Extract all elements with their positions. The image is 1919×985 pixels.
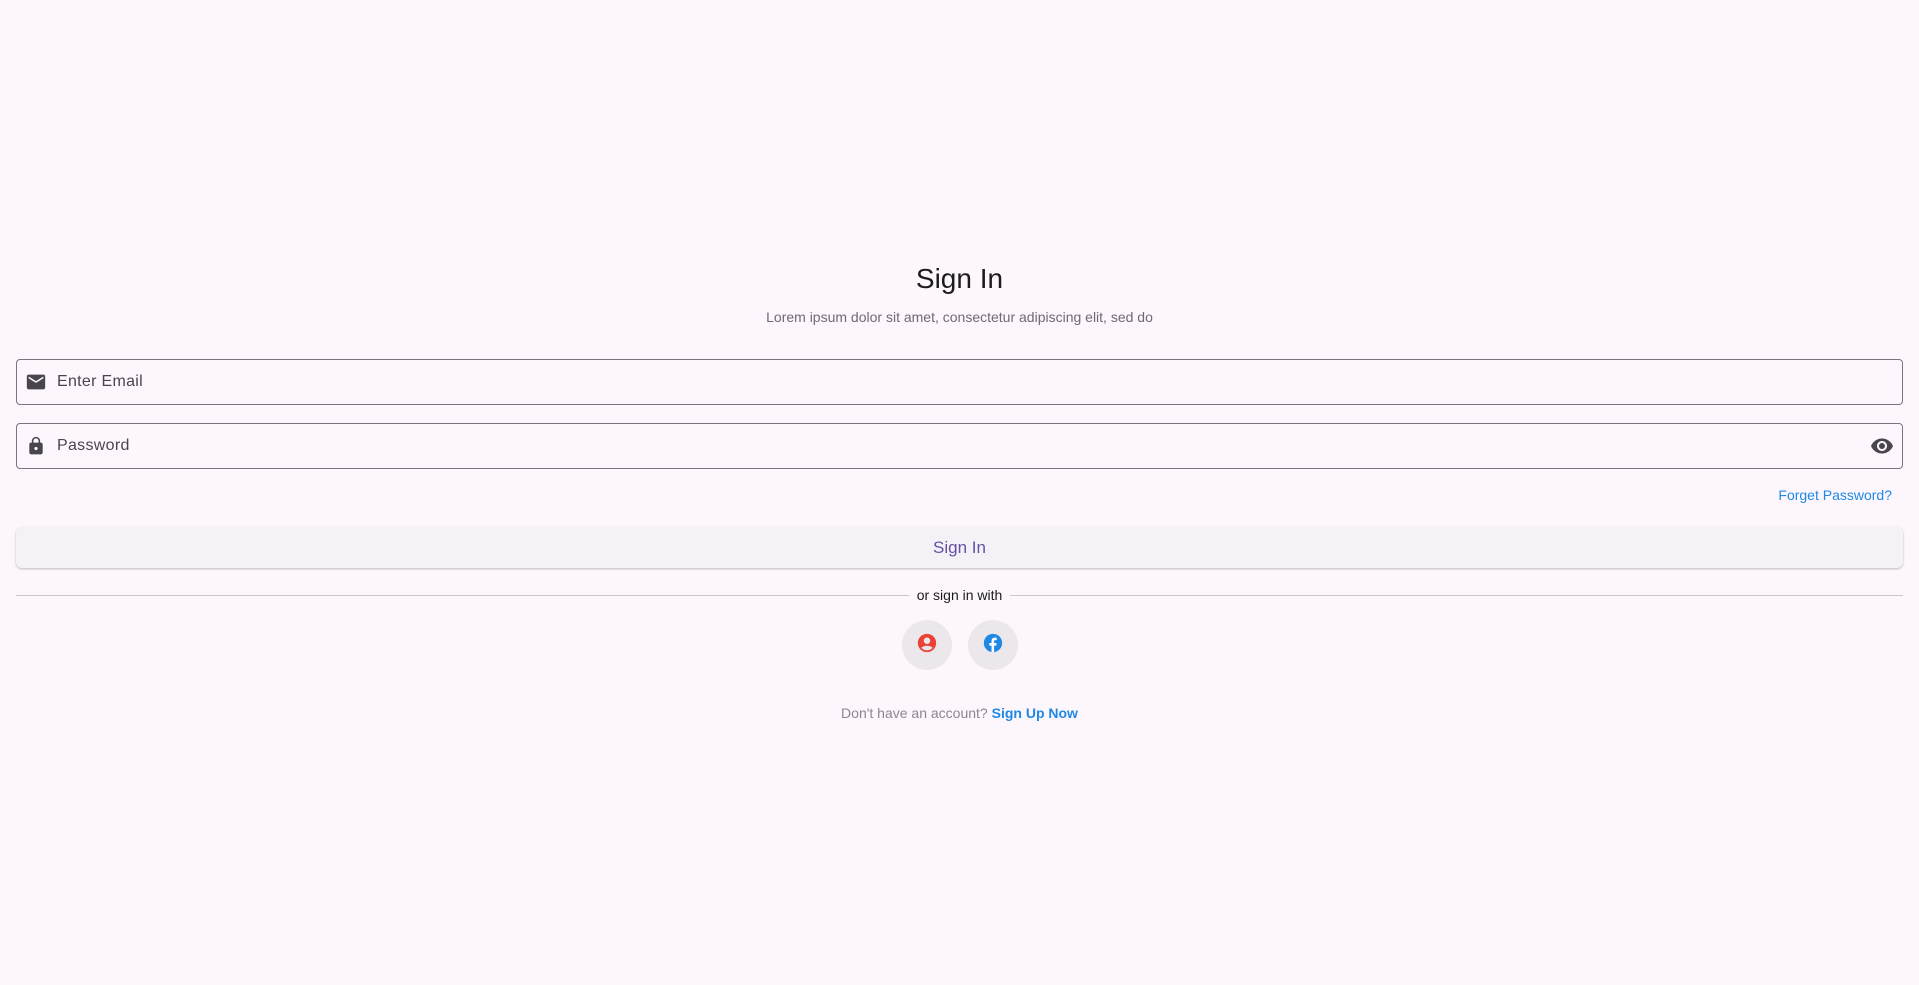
sign-in-page: Sign In Lorem ipsum dolor sit amet, cons… — [0, 0, 1919, 985]
divider-line-right — [1010, 594, 1903, 596]
eye-icon[interactable] — [1870, 434, 1894, 458]
mail-icon — [25, 371, 47, 393]
password-input[interactable] — [57, 424, 1870, 468]
password-field[interactable] — [16, 423, 1903, 469]
facebook-icon — [982, 632, 1004, 659]
email-input[interactable] — [57, 360, 1902, 404]
divider-label: or sign in with — [916, 587, 1003, 603]
lock-icon — [25, 435, 47, 457]
divider-line-left — [16, 594, 909, 596]
social-divider: or sign in with — [16, 584, 1903, 606]
email-field[interactable] — [16, 359, 1903, 405]
page-title: Sign In — [915, 263, 1004, 294]
page-subtitle: Lorem ipsum dolor sit amet, consectetur … — [766, 309, 1153, 325]
sign-in-button[interactable]: Sign In — [16, 527, 1903, 568]
sign-up-link[interactable]: Sign Up Now — [992, 705, 1078, 721]
google-sign-in-button[interactable] — [902, 620, 952, 670]
sign-up-prompt-text: Don't have an account? — [841, 705, 988, 721]
forgot-password-link[interactable]: Forget Password? — [1778, 485, 1892, 505]
account-circle-icon — [916, 632, 938, 659]
facebook-sign-in-button[interactable] — [968, 620, 1018, 670]
sign-up-prompt: Don't have an account? Sign Up Now — [0, 703, 1919, 723]
